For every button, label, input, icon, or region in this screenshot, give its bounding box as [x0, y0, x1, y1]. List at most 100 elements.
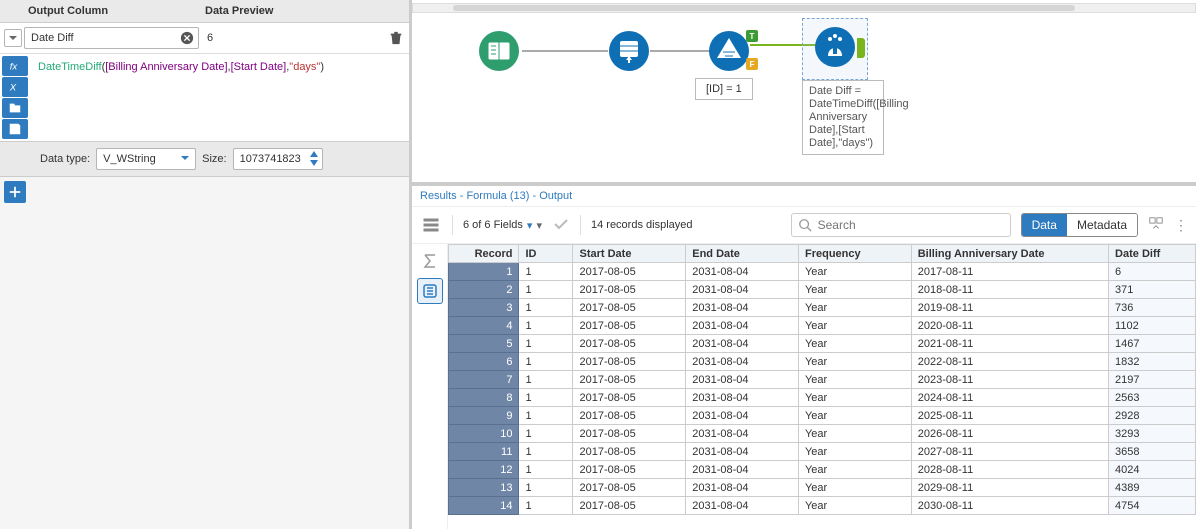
table-cell[interactable]: 2017-08-05	[573, 371, 686, 389]
table-cell[interactable]: 2017-08-05	[573, 263, 686, 281]
column-header[interactable]: Billing Anniversary Date	[911, 245, 1108, 263]
column-header[interactable]: Date Diff	[1109, 245, 1196, 263]
table-row[interactable]: 612017-08-052031-08-04Year2022-08-111832	[449, 353, 1196, 371]
table-cell[interactable]: 4024	[1109, 461, 1196, 479]
table-cell[interactable]: 1	[519, 281, 573, 299]
table-cell[interactable]: 2018-08-11	[911, 281, 1108, 299]
table-cell[interactable]: 4	[449, 317, 519, 335]
kebab-icon[interactable]: ⋮	[1174, 217, 1188, 234]
table-cell[interactable]: 2031-08-04	[686, 299, 799, 317]
table-cell[interactable]: Year	[798, 389, 911, 407]
output-column-input[interactable]	[24, 27, 199, 49]
workflow-canvas[interactable]: T F [ID] = 1 Date Diff = DateTimeDiff([B…	[412, 0, 1196, 185]
table-cell[interactable]: 9	[449, 407, 519, 425]
table-cell[interactable]: 2031-08-04	[686, 479, 799, 497]
save-button[interactable]	[2, 119, 28, 139]
formula-editor[interactable]: DateTimeDiff([Billing Anniversary Date],…	[32, 54, 409, 141]
table-cell[interactable]: 2	[449, 281, 519, 299]
size-spinner[interactable]	[307, 149, 321, 167]
table-cell[interactable]: Year	[798, 443, 911, 461]
table-cell[interactable]: Year	[798, 263, 911, 281]
table-cell[interactable]: Year	[798, 281, 911, 299]
table-cell[interactable]: 2030-08-11	[911, 497, 1108, 515]
table-cell[interactable]: 1	[519, 425, 573, 443]
table-cell[interactable]: 2017-08-11	[911, 263, 1108, 281]
table-row[interactable]: 512017-08-052031-08-04Year2021-08-111467	[449, 335, 1196, 353]
table-row[interactable]: 212017-08-052031-08-04Year2018-08-11371	[449, 281, 1196, 299]
formula-tool-node[interactable]	[814, 26, 856, 68]
table-cell[interactable]: 14	[449, 497, 519, 515]
column-header[interactable]: Record	[449, 245, 519, 263]
table-cell[interactable]: 2017-08-05	[573, 281, 686, 299]
column-header[interactable]: Start Date	[573, 245, 686, 263]
records-view-icon[interactable]	[417, 278, 443, 304]
table-cell[interactable]: 2017-08-05	[573, 425, 686, 443]
table-row[interactable]: 412017-08-052031-08-04Year2020-08-111102	[449, 317, 1196, 335]
table-row[interactable]: 1412017-08-052031-08-04Year2030-08-11475…	[449, 497, 1196, 515]
table-cell[interactable]: 6	[449, 353, 519, 371]
table-cell[interactable]: 2017-08-05	[573, 389, 686, 407]
table-cell[interactable]: 2028-08-11	[911, 461, 1108, 479]
folder-button[interactable]	[2, 98, 28, 118]
fields-dropdown[interactable]: 6 of 6 Fields ▾ ▾	[463, 219, 542, 232]
table-cell[interactable]: 2027-08-11	[911, 443, 1108, 461]
table-cell[interactable]: 13	[449, 479, 519, 497]
table-cell[interactable]: 1	[519, 389, 573, 407]
table-cell[interactable]: Year	[798, 497, 911, 515]
table-cell[interactable]: 3293	[1109, 425, 1196, 443]
table-row[interactable]: 912017-08-052031-08-04Year2025-08-112928	[449, 407, 1196, 425]
collapse-toggle[interactable]	[4, 29, 22, 47]
table-cell[interactable]: Year	[798, 317, 911, 335]
data-metadata-toggle[interactable]: Data Metadata	[1021, 213, 1138, 237]
table-cell[interactable]: 2031-08-04	[686, 497, 799, 515]
table-cell[interactable]: 1	[519, 335, 573, 353]
table-cell[interactable]: 2031-08-04	[686, 335, 799, 353]
table-cell[interactable]: 2017-08-05	[573, 407, 686, 425]
table-cell[interactable]: 8	[449, 389, 519, 407]
table-cell[interactable]: Year	[798, 461, 911, 479]
table-cell[interactable]: 2017-08-05	[573, 479, 686, 497]
table-cell[interactable]: 2031-08-04	[686, 371, 799, 389]
table-cell[interactable]: 1102	[1109, 317, 1196, 335]
apply-check-icon[interactable]	[552, 215, 570, 236]
table-cell[interactable]: 2031-08-04	[686, 461, 799, 479]
table-row[interactable]: 1112017-08-052031-08-04Year2027-08-11365…	[449, 443, 1196, 461]
table-cell[interactable]: 2026-08-11	[911, 425, 1108, 443]
table-cell[interactable]: 2031-08-04	[686, 353, 799, 371]
table-cell[interactable]: 3	[449, 299, 519, 317]
table-cell[interactable]: Year	[798, 299, 911, 317]
table-cell[interactable]: Year	[798, 479, 911, 497]
clear-icon[interactable]	[179, 30, 195, 46]
table-cell[interactable]: 1	[519, 317, 573, 335]
results-grid[interactable]: RecordIDStart DateEnd DateFrequencyBilli…	[448, 244, 1196, 529]
table-row[interactable]: 1312017-08-052031-08-04Year2029-08-11438…	[449, 479, 1196, 497]
data-tab[interactable]: Data	[1022, 214, 1067, 236]
table-row[interactable]: 812017-08-052031-08-04Year2024-08-112563	[449, 389, 1196, 407]
table-cell[interactable]: 1	[519, 263, 573, 281]
table-cell[interactable]: 5	[449, 335, 519, 353]
filter-tool-node[interactable]	[708, 30, 750, 72]
table-cell[interactable]: 10	[449, 425, 519, 443]
table-cell[interactable]: 736	[1109, 299, 1196, 317]
table-cell[interactable]: 2017-08-05	[573, 461, 686, 479]
table-cell[interactable]: 2017-08-05	[573, 443, 686, 461]
fx-button[interactable]: fx	[2, 56, 28, 76]
table-cell[interactable]: 2563	[1109, 389, 1196, 407]
table-cell[interactable]: 2031-08-04	[686, 407, 799, 425]
table-cell[interactable]: 3658	[1109, 443, 1196, 461]
table-cell[interactable]: 1	[519, 299, 573, 317]
table-cell[interactable]: 2031-08-04	[686, 317, 799, 335]
table-cell[interactable]: 2017-08-05	[573, 335, 686, 353]
table-cell[interactable]: 1	[519, 497, 573, 515]
table-cell[interactable]: 1832	[1109, 353, 1196, 371]
actions-menu-icon[interactable]	[420, 214, 442, 236]
table-cell[interactable]: 2031-08-04	[686, 281, 799, 299]
metadata-tab[interactable]: Metadata	[1067, 214, 1137, 236]
table-cell[interactable]: 2017-08-05	[573, 497, 686, 515]
table-row[interactable]: 1212017-08-052031-08-04Year2028-08-11402…	[449, 461, 1196, 479]
table-cell[interactable]: 1	[519, 461, 573, 479]
table-cell[interactable]: 1	[519, 443, 573, 461]
table-cell[interactable]: Year	[798, 335, 911, 353]
table-cell[interactable]: 1	[519, 407, 573, 425]
table-cell[interactable]: 2031-08-04	[686, 263, 799, 281]
